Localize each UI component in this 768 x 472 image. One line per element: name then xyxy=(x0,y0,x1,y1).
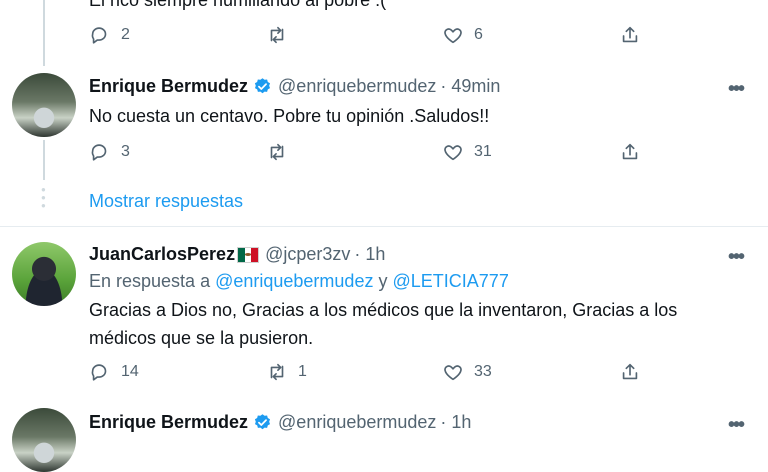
share-button[interactable] xyxy=(619,141,651,163)
reply-count: 3 xyxy=(121,143,130,160)
like-button[interactable]: 6 xyxy=(442,24,483,46)
share-button[interactable] xyxy=(619,24,651,46)
more-options-icon[interactable]: ••• xyxy=(728,78,745,101)
tweet-timestamp[interactable]: · 1h xyxy=(354,244,385,265)
show-replies-link[interactable]: Mostrar respuestas xyxy=(89,191,243,212)
reply-joiner: y xyxy=(378,271,388,291)
retweet-icon xyxy=(270,363,284,381)
thread-line-top xyxy=(43,0,45,66)
share-icon xyxy=(622,26,638,43)
tweet-timestamp[interactable]: · 1h xyxy=(440,412,471,433)
reply-icon xyxy=(91,27,107,44)
like-icon xyxy=(444,365,462,381)
more-options-icon[interactable]: ••• xyxy=(728,246,745,269)
retweet-button[interactable] xyxy=(266,141,298,163)
author-name[interactable]: Enrique Bermudez xyxy=(89,76,248,97)
like-button[interactable]: 33 xyxy=(442,361,492,383)
author-handle[interactable]: @jcper3zv xyxy=(265,244,350,265)
reply-icon xyxy=(91,364,107,381)
retweet-icon xyxy=(270,143,284,161)
tweet-text: Gracias a Dios no, Gracias a los médicos… xyxy=(89,300,678,348)
avatar[interactable] xyxy=(12,408,76,472)
more-options-icon[interactable]: ••• xyxy=(728,414,745,437)
author-handle[interactable]: @enriquebermudez xyxy=(278,76,436,97)
share-icon xyxy=(622,363,638,380)
divider xyxy=(0,226,768,227)
reply-icon xyxy=(91,144,107,161)
mention-link[interactable]: @enriquebermudez xyxy=(215,271,373,291)
share-button[interactable] xyxy=(619,361,651,383)
like-count: 31 xyxy=(474,143,492,160)
tweet-header: Enrique Bermudez @enriquebermudez · 49mi… xyxy=(89,76,500,97)
verified-badge-icon xyxy=(254,414,271,430)
tweet-header: JuanCarlosPerez @jcper3zv · 1h xyxy=(89,244,385,265)
reply-count: 14 xyxy=(121,363,139,380)
tweet-timestamp[interactable]: · 49min xyxy=(440,76,500,97)
reply-button[interactable]: 14 xyxy=(89,361,139,383)
mention-link[interactable]: @LETICIA777 xyxy=(393,271,509,291)
reply-button[interactable]: 3 xyxy=(89,141,130,163)
author-name[interactable]: Enrique Bermudez xyxy=(89,412,248,433)
thread-line-mid xyxy=(43,140,45,180)
like-icon xyxy=(444,145,462,161)
retweet-button[interactable]: 1 xyxy=(266,361,307,383)
reply-context: En respuesta a @enriquebermudez y @LETIC… xyxy=(89,271,509,292)
like-icon xyxy=(444,28,462,44)
reply-button[interactable]: 2 xyxy=(89,24,130,46)
share-icon xyxy=(622,143,638,160)
reply-count: 2 xyxy=(121,26,130,43)
reply-prefix: En respuesta a xyxy=(89,271,211,291)
tweet-header: Enrique Bermudez @enriquebermudez · 1h xyxy=(89,412,471,433)
tweet-text: No cuesta un centavo. Pobre tu opinión .… xyxy=(89,106,490,126)
retweet-button[interactable] xyxy=(266,24,298,46)
avatar[interactable] xyxy=(12,73,76,137)
like-count: 33 xyxy=(474,363,492,380)
retweet-icon xyxy=(270,26,284,44)
like-button[interactable]: 31 xyxy=(442,141,492,163)
mexico-flag-icon xyxy=(237,246,260,263)
retweet-count: 1 xyxy=(298,363,307,380)
verified-badge-icon xyxy=(254,78,271,94)
author-handle[interactable]: @enriquebermudez xyxy=(278,412,436,433)
thread-ellipsis-dots: ● ● ● xyxy=(41,185,46,210)
like-count: 6 xyxy=(474,26,483,43)
tweet-text: El rico siempre humillando al pobre :( xyxy=(89,0,387,10)
avatar[interactable] xyxy=(12,242,76,306)
author-name[interactable]: JuanCarlosPerez xyxy=(89,244,235,265)
